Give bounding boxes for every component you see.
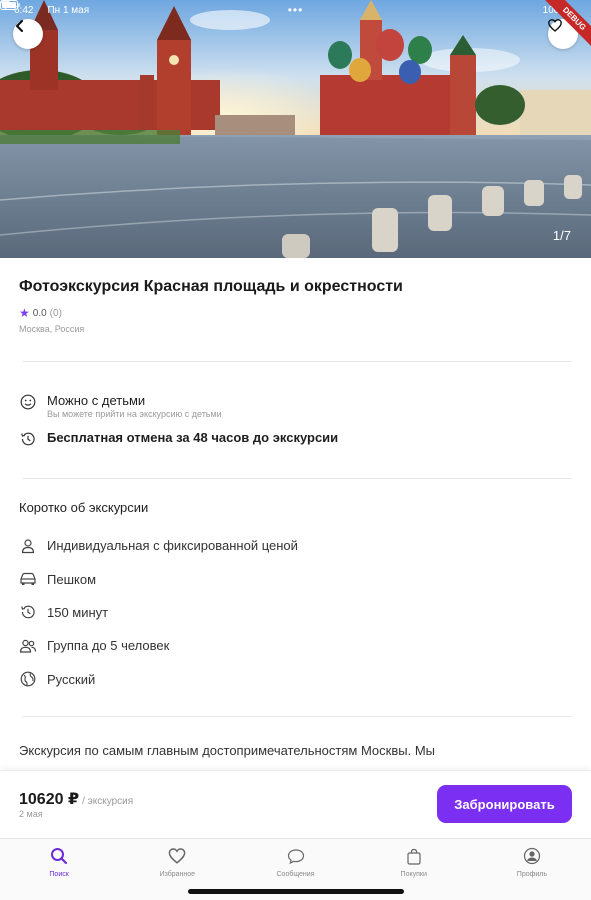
rating-row[interactable]: ★ 0.0 (0) <box>19 306 572 320</box>
star-icon: ★ <box>19 306 30 320</box>
feature-label: Бесплатная отмена за 48 часов до экскурс… <box>47 430 339 445</box>
chat-icon <box>286 846 306 866</box>
status-date: Пн 1 мая <box>47 4 90 16</box>
feature-label: Можно с детьми <box>47 393 146 408</box>
review-count: (0) <box>49 307 62 319</box>
tab-search[interactable]: Поиск <box>0 839 118 900</box>
back-button[interactable] <box>13 19 43 49</box>
list-item-transport: Пешком <box>19 562 572 595</box>
tour-details[interactable]: Фотоэкскурсия Красная площадь и окрестно… <box>0 258 591 764</box>
booking-date[interactable]: 2 мая <box>19 809 43 819</box>
divider <box>22 478 572 479</box>
divider <box>22 361 572 362</box>
gallery-counter: 1/7 <box>552 228 571 243</box>
heart-icon <box>548 19 562 32</box>
list-item-label: 150 минут <box>47 604 109 620</box>
person-icon <box>19 537 37 555</box>
chevron-left-icon <box>15 19 24 33</box>
clock-icon <box>19 603 37 621</box>
home-indicator[interactable] <box>188 889 404 894</box>
tab-label: Сообщения <box>276 871 315 878</box>
feature-free-cancellation: Бесплатная отмена за 48 часов до экскурс… <box>19 430 572 448</box>
book-button[interactable]: Забронировать <box>437 785 572 823</box>
tour-title: Фотоэкскурсия Красная площадь и окрестно… <box>19 278 403 295</box>
hero-photo[interactable]: 6:42 Пн 1 мая 100 % ••• DEBUG 1/7 <box>0 0 591 258</box>
smile-icon <box>19 393 37 411</box>
group-icon <box>19 637 37 655</box>
tab-label: Профиль <box>516 871 548 878</box>
list-item-label: Русский <box>47 671 96 687</box>
list-item-label: Индивидуальная с фиксированной ценой <box>47 538 298 554</box>
bag-icon <box>404 846 424 866</box>
profile-icon <box>522 846 542 866</box>
red-square-illustration <box>0 0 591 258</box>
tab-profile[interactable]: Профиль <box>473 839 591 900</box>
list-item-tour-type: Индивидуальная с фиксированной ценой <box>19 529 572 562</box>
list-item-label: Пешком <box>47 571 97 587</box>
tab-label: Избранное <box>159 871 196 878</box>
rating-value: 0.0 <box>32 307 47 319</box>
feature-sub: Вы можете прийти на экскурсию с детьми <box>47 409 222 419</box>
tour-location: Москва, Россия <box>19 324 85 334</box>
list-item-label: Группа до 5 человек <box>47 638 170 654</box>
heart-icon <box>167 846 187 866</box>
price-value: 10620 ₽ <box>19 791 80 808</box>
list-item-group-size: Группа до 5 человек <box>19 629 572 662</box>
list-item-language: Русский <box>19 663 572 696</box>
divider <box>22 715 572 717</box>
car-icon <box>19 570 37 588</box>
price-unit: / экскурсия <box>82 796 134 807</box>
list-item-duration: 150 минут <box>19 596 572 629</box>
search-icon <box>49 846 69 866</box>
tab-label: Покупки <box>400 871 427 878</box>
globe-icon <box>19 670 37 688</box>
price-row: 10620 ₽ / экскурсия <box>19 789 133 809</box>
status-bar: 6:42 Пн 1 мая 100 % <box>0 0 591 20</box>
about-title: Коротко об экскурсии <box>19 500 149 515</box>
feature-kids-allowed: Можно с детьми Вы можете прийти на экску… <box>19 393 572 419</box>
about-list: Индивидуальная с фиксированной ценой Пеш… <box>19 529 572 696</box>
tab-label: Поиск <box>49 871 69 878</box>
booking-bar: 10620 ₽ / экскурсия 2 мая Забронировать <box>0 770 591 838</box>
history-icon <box>19 430 37 448</box>
tour-description: Экскурсия по самым главным достопримечат… <box>19 742 435 758</box>
